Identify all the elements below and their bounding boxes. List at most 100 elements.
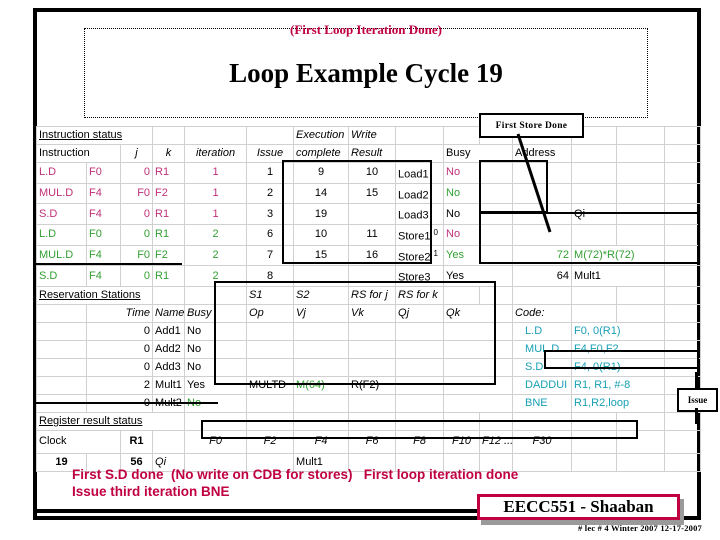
spacer-cell [664, 162, 702, 184]
code-op: MUL.D [512, 339, 573, 359]
footer-badge: EECC551 - Shaaban [477, 494, 680, 520]
slide-subtitle: (First Loop Iteration Done) [289, 22, 442, 37]
instr-j: 0 [119, 203, 154, 225]
r1-label: R1 [119, 429, 154, 454]
buffer-qi [571, 182, 618, 205]
spacer-cell [246, 411, 295, 431]
spacer-cell [664, 321, 702, 341]
buffer-name: Store2 1 [395, 244, 445, 267]
spacer-cell [512, 411, 573, 431]
header-rs-for-k: RS for k [395, 285, 445, 305]
instr-k: F2 [152, 182, 186, 205]
instr-op: L.D [36, 223, 87, 246]
reg-header-F10: F10 [443, 429, 481, 454]
rs-op [246, 339, 295, 359]
spacer-cell [664, 339, 702, 359]
rs-op [246, 393, 295, 413]
tomasulo-worksheet: Instruction status Execution Write Instr… [35, 126, 702, 472]
spacer-cell [664, 244, 702, 267]
header-time: Time [85, 303, 154, 323]
table-row: L.D F0 0 R1 1 1 9 10 Load1 No [36, 162, 702, 184]
header-s2: S2 [293, 285, 350, 305]
header-op: Op [246, 303, 295, 323]
row-instruction-headers: Instruction j k iteration Issue complete… [36, 144, 702, 163]
header-vj: Vj [293, 303, 350, 323]
buffer-address [512, 162, 573, 184]
spacer-cell [395, 126, 445, 145]
callout-first-store-done-label: First Store Done [495, 120, 568, 131]
buffer-name: Load2 [395, 182, 445, 205]
header-exec-complete: complete [293, 144, 350, 163]
buffer-qi: Qi [571, 203, 618, 225]
header-j: j [119, 144, 154, 163]
rs-vj [293, 393, 350, 413]
instr-dest: F0 [86, 223, 121, 246]
instr-exec-complete: 14 [293, 182, 350, 205]
buffer-name: Store3 [395, 265, 445, 287]
spacer-cell [571, 144, 618, 163]
code-label: Code: [512, 303, 573, 323]
header-busy: Busy [443, 144, 514, 163]
spacer-cell [184, 126, 248, 145]
spacer-cell [664, 285, 702, 305]
header-iteration: iteration [184, 144, 248, 163]
instr-issue: 2 [246, 182, 295, 205]
spacer-cell [395, 144, 445, 163]
rs-qj [395, 375, 445, 395]
buffer-name: Store1 0 [395, 223, 445, 246]
rs-name: Add1 [152, 321, 186, 341]
buffer-qi: M(72)*R(72) [571, 244, 666, 267]
rs-vj [293, 339, 350, 359]
buffer-address: 72 [512, 244, 573, 267]
code-op: BNE [512, 393, 573, 413]
spacer-cell [664, 182, 702, 205]
rs-vk [348, 357, 397, 377]
instr-exec-complete: 10 [293, 223, 350, 246]
callout-issue: Issue [677, 388, 718, 412]
table-row: MUL.D F4 F0 F2 2 7 15 16 Store2 1 Yes 72… [36, 244, 702, 267]
spacer-cell [664, 357, 702, 377]
rs-qk [443, 393, 514, 413]
buffer-qi [571, 162, 618, 184]
instr-issue: 8 [246, 265, 295, 287]
rs-name: Add3 [152, 357, 186, 377]
buffer-address: 64 [512, 265, 573, 287]
spacer-cell [152, 429, 186, 454]
worksheet-grid: Instruction status Execution Write Instr… [35, 126, 702, 472]
instr-write-result [348, 203, 397, 225]
code-args: F4,F0,F2 [571, 339, 666, 359]
spacer-cell [571, 285, 618, 305]
rs-qk [443, 375, 514, 395]
instr-dest: F4 [86, 182, 121, 205]
footer-badge-label: EECC551 - Shaaban [503, 497, 654, 516]
rs-vk [348, 339, 397, 359]
spacer-cell [479, 285, 514, 305]
instr-op: MUL.D [36, 244, 87, 267]
row-register-headers: Clock R1 F0 F2 F4 F6 F8 F10 F12 ... F30 [36, 429, 702, 454]
rs-qk [443, 357, 514, 377]
spacer-cell [36, 303, 87, 323]
instr-op: S.D [36, 265, 87, 287]
buffer-address [512, 223, 573, 246]
reg-header-F0: F0 [184, 429, 248, 454]
header-qk: Qk [443, 303, 514, 323]
code-op: S.D [512, 357, 573, 377]
instr-exec-complete [293, 265, 350, 287]
spacer-cell [616, 144, 666, 163]
reservation-stations-label: Reservation Stations [35, 285, 154, 305]
instr-issue: 1 [246, 162, 295, 184]
exec-header-top: Execution [293, 126, 350, 145]
spacer-cell [36, 375, 87, 395]
buffer-qi: Mult1 [571, 265, 666, 287]
table-row: 2 Mult1 Yes MULTD M(64) R(F2) DADDUI R1,… [36, 375, 702, 395]
spacer-cell [664, 126, 702, 145]
header-name: Name [152, 303, 186, 323]
instr-issue: 6 [246, 223, 295, 246]
rs-op [246, 321, 295, 341]
code-args: R1,R2,loop [571, 393, 666, 413]
rs-time: 2 [85, 375, 154, 395]
instr-k: R1 [152, 223, 186, 246]
reg-header-F6: F6 [348, 429, 397, 454]
spacer-cell [184, 411, 248, 431]
instr-j: 0 [119, 162, 154, 184]
